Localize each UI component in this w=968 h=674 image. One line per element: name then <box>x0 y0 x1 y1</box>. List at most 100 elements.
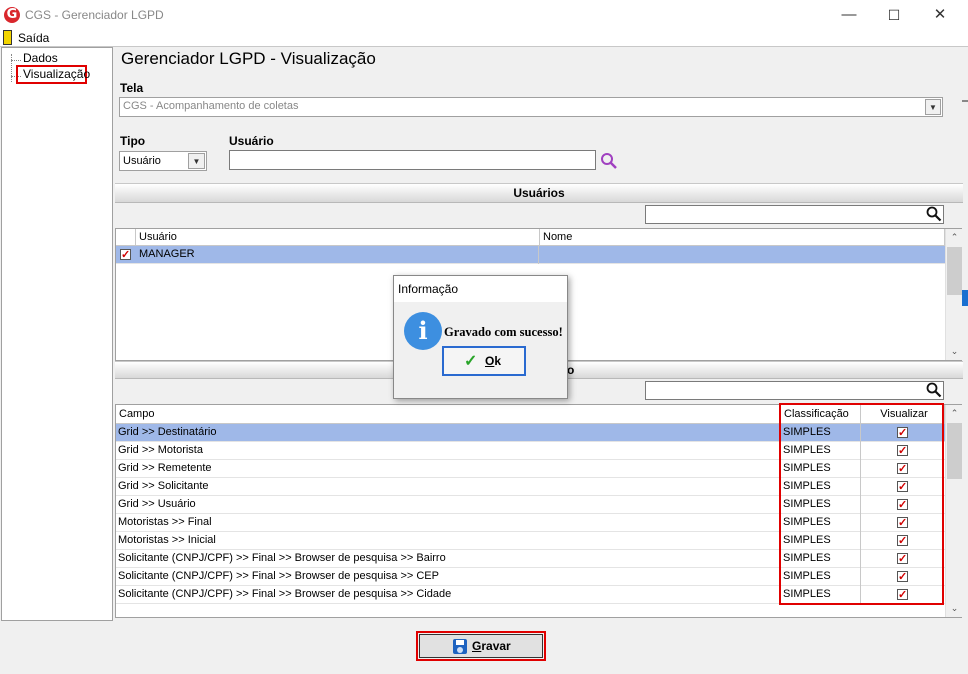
save-button-label: Gravar <box>472 639 511 653</box>
search-icon[interactable] <box>926 206 942 225</box>
classificacao-cell: SIMPLES <box>781 460 861 478</box>
close-button[interactable]: ✕ <box>918 0 962 30</box>
table-row[interactable]: Grid >> Solicitante SIMPLES <box>116 478 945 496</box>
tipo-select[interactable]: Usuário ▼ <box>119 151 207 171</box>
campo-cell: Grid >> Motorista <box>116 442 781 460</box>
visualizar-checkbox[interactable] <box>897 443 908 460</box>
table-row[interactable]: MANAGER <box>116 246 945 264</box>
tree-connector <box>11 54 15 82</box>
visualizar-checkbox[interactable] <box>897 461 908 478</box>
grid-header-classificacao[interactable]: Classificação <box>781 405 861 424</box>
page-title: Gerenciador LGPD - Visualização <box>121 49 376 68</box>
usuario-label: Usuário <box>229 134 274 148</box>
classificacao-cell: SIMPLES <box>781 568 861 586</box>
campo-cell: Solicitante (CNPJ/CPF) >> Final >> Brows… <box>116 568 781 586</box>
visualizar-checkbox[interactable] <box>897 515 908 532</box>
table-row[interactable]: Solicitante (CNPJ/CPF) >> Final >> Brows… <box>116 568 945 586</box>
chevron-down-icon[interactable]: ▼ <box>925 99 941 115</box>
visualizar-cell <box>861 442 945 460</box>
maximize-button[interactable]: ☐ <box>872 0 916 30</box>
campo-cell: Grid >> Usuário <box>116 496 781 514</box>
visualizar-cell <box>861 550 945 568</box>
table-row[interactable]: Solicitante (CNPJ/CPF) >> Final >> Brows… <box>116 550 945 568</box>
scroll-thumb[interactable] <box>947 247 962 295</box>
tela-select[interactable]: CGS - Acompanhamento de coletas ▼ <box>119 97 943 117</box>
dialog-title: Informação <box>394 276 567 302</box>
floppy-disk-icon-hub <box>457 647 463 653</box>
window-title: CGS - Gerenciador LGPD <box>25 8 164 22</box>
app-logo-icon: G <box>4 7 20 23</box>
tipo-select-value: Usuário <box>123 155 161 167</box>
grid-header-campo[interactable]: Campo <box>116 405 781 424</box>
information-dialog: Informação i Gravado com sucesso! ✓ Ok <box>393 275 568 399</box>
fields-search-input[interactable] <box>645 381 944 400</box>
menu-bar <box>0 30 968 46</box>
visualizar-cell <box>861 568 945 586</box>
nome-cell <box>540 246 944 264</box>
ok-button[interactable]: ✓ Ok <box>442 346 526 376</box>
visualizar-cell <box>861 460 945 478</box>
ok-button-label: Ok <box>485 354 502 368</box>
menu-exit[interactable]: Saída <box>18 31 49 45</box>
floppy-disk-icon-label <box>456 640 464 645</box>
campo-cell: Motoristas >> Final <box>116 514 781 532</box>
scroll-down-icon[interactable]: ⌄ <box>946 600 963 617</box>
scroll-thumb[interactable] <box>947 423 962 479</box>
visualizar-checkbox[interactable] <box>897 425 908 442</box>
classificacao-cell: SIMPLES <box>781 550 861 568</box>
table-row[interactable]: Grid >> Motorista SIMPLES <box>116 442 945 460</box>
visualizar-checkbox[interactable] <box>897 479 908 496</box>
campo-cell: Grid >> Solicitante <box>116 478 781 496</box>
visualizar-cell <box>861 496 945 514</box>
fields-scrollbar[interactable]: ⌃ ⌄ <box>945 405 962 617</box>
table-row[interactable]: Grid >> Remetente SIMPLES <box>116 460 945 478</box>
info-icon: i <box>404 312 442 350</box>
search-icon[interactable] <box>926 382 942 401</box>
visualizar-checkbox[interactable] <box>897 569 908 586</box>
campo-cell: Motoristas >> Inicial <box>116 532 781 550</box>
visualizar-cell <box>861 532 945 550</box>
scroll-down-icon[interactable]: ⌄ <box>946 343 963 360</box>
visualizar-checkbox[interactable] <box>897 533 908 550</box>
table-row[interactable]: Motoristas >> Final SIMPLES <box>116 514 945 532</box>
grid-header-check <box>116 229 136 246</box>
classificacao-cell: SIMPLES <box>781 586 861 604</box>
tela-label: Tela <box>120 81 144 95</box>
usuario-input[interactable] <box>229 150 596 170</box>
navigation-tree: Dados Visualização <box>1 47 113 621</box>
table-row[interactable]: Motoristas >> Inicial SIMPLES <box>116 532 945 550</box>
tree-item-visualizacao[interactable]: Visualização <box>16 65 90 84</box>
usuario-cell: MANAGER <box>137 246 539 264</box>
table-row[interactable]: Grid >> Usuário SIMPLES <box>116 496 945 514</box>
tipo-label: Tipo <box>120 134 146 148</box>
campo-cell: Grid >> Remetente <box>116 460 781 478</box>
visualizar-cell <box>861 478 945 496</box>
visualizar-checkbox[interactable] <box>897 551 908 568</box>
campo-cell: Solicitante (CNPJ/CPF) >> Final >> Brows… <box>116 586 781 604</box>
users-scrollbar[interactable]: ⌃ ⌄ <box>945 229 962 360</box>
background-window-edge <box>962 100 968 102</box>
table-row[interactable]: Solicitante (CNPJ/CPF) >> Final >> Brows… <box>116 586 945 604</box>
scroll-up-icon[interactable]: ⌃ <box>946 405 963 422</box>
table-row[interactable]: Grid >> Destinatário SIMPLES <box>116 424 945 442</box>
grid-header-visualizar[interactable]: Visualizar <box>861 405 945 424</box>
grid-header-nome[interactable]: Nome <box>540 229 945 246</box>
grid-header-usuario[interactable]: Usuário <box>136 229 540 246</box>
minimize-button[interactable]: — <box>827 0 871 30</box>
visualizar-checkbox[interactable] <box>897 587 908 604</box>
users-search-input[interactable] <box>645 205 944 224</box>
save-button[interactable]: Gravar <box>419 634 543 658</box>
classificacao-cell: SIMPLES <box>781 532 861 550</box>
dialog-message: Gravado com sucesso! <box>444 325 563 339</box>
search-icon[interactable] <box>600 152 618 173</box>
scroll-up-icon[interactable]: ⌃ <box>946 229 963 246</box>
tree-item-dados[interactable]: Dados <box>23 51 58 65</box>
campo-cell: Grid >> Destinatário <box>116 424 781 442</box>
exit-door-icon <box>3 30 12 45</box>
chevron-down-icon[interactable]: ▼ <box>188 153 205 169</box>
classificacao-cell: SIMPLES <box>781 478 861 496</box>
row-checkbox[interactable] <box>120 247 131 264</box>
visualizar-cell <box>861 514 945 532</box>
fields-section-title: o <box>567 363 575 377</box>
visualizar-checkbox[interactable] <box>897 497 908 514</box>
